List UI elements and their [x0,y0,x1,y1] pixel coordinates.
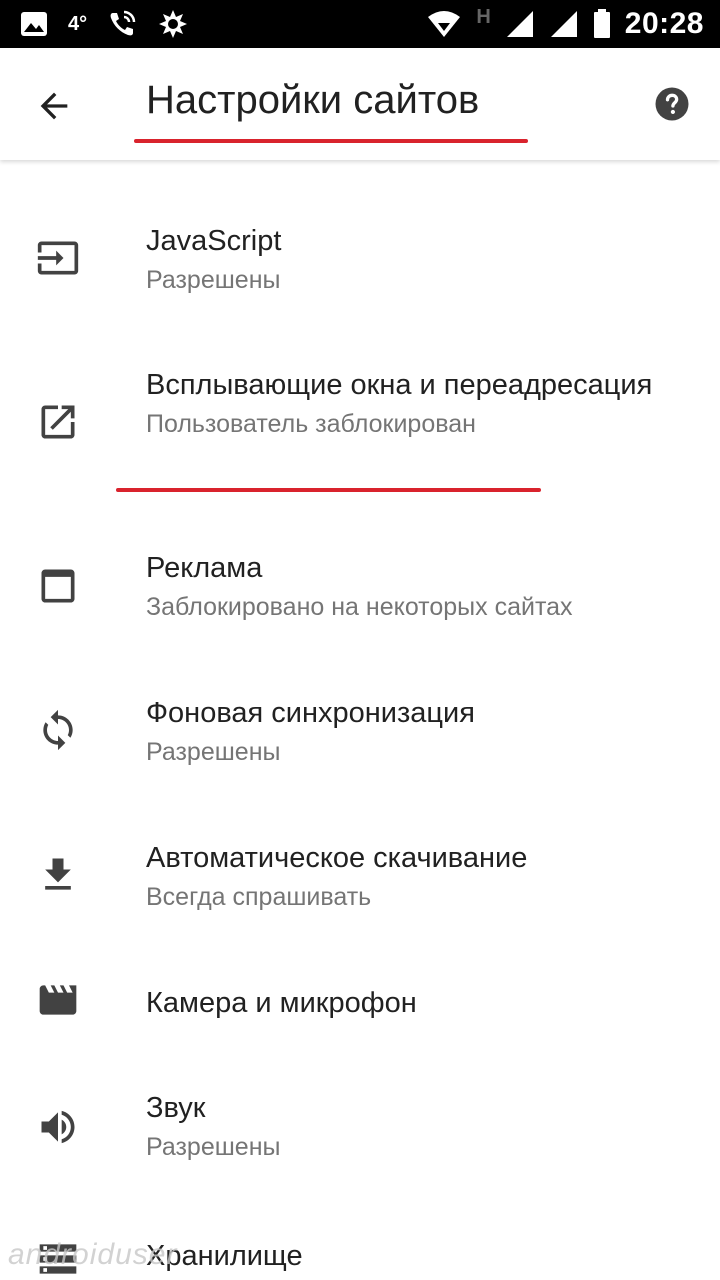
setting-subtitle: Разрешены [146,738,281,766]
setting-background-sync[interactable]: Фоновая синхронизация Разрешены [0,675,720,815]
setting-title: Хранилище [146,1240,303,1272]
wifi-icon [426,9,462,39]
title-highlight-underline [134,139,528,143]
setting-title: Автоматическое скачивание [146,842,528,874]
setting-sound[interactable]: Звук Разрешены [0,1085,720,1225]
setting-title: Камера и микрофон [146,987,417,1019]
temperature-text: 4° [68,12,88,35]
status-bar: 4° H 20:28 [0,0,720,48]
app-bar: Настройки сайтов [0,48,720,160]
settings-list: JavaScript Разрешены Всплывающие окна и … [0,160,720,1280]
wifi-call-icon [107,9,137,39]
setting-subtitle: Разрешены [146,1133,281,1161]
setting-title: JavaScript [146,225,282,257]
signal-icon [505,9,535,39]
setting-title: Фоновая синхронизация [146,697,475,729]
page-title: Настройки сайтов [146,78,480,122]
setting-ads[interactable]: Реклама Заблокировано на некоторых сайта… [0,530,720,670]
clock-text: 20:28 [624,7,704,40]
gallery-icon [20,11,48,37]
open-in-new-icon [36,400,80,444]
window-icon [36,564,80,608]
setting-subtitle: Заблокировано на некоторых сайтах [146,593,573,621]
setting-automatic-downloads[interactable]: Автоматическое скачивание Всегда спрашив… [0,820,720,960]
setting-title: Звук [146,1092,206,1124]
setting-subtitle: Пользователь заблокирован [146,410,476,438]
help-icon [655,87,689,121]
app-notification-icon [157,8,189,40]
setting-subtitle: Всегда спрашивать [146,883,372,911]
arrow-back-icon [40,92,68,120]
download-icon [36,853,80,897]
watermark-text: androiduser [8,1238,178,1271]
setting-subtitle: Разрешены [146,266,281,294]
javascript-icon [36,236,80,280]
signal-2-icon [549,9,579,39]
setting-javascript[interactable]: JavaScript Разрешены [0,200,720,340]
sync-icon [36,708,80,752]
help-button[interactable] [654,86,690,122]
back-button[interactable] [34,86,74,126]
setting-title: Реклама [146,552,263,584]
setting-popups-redirects[interactable]: Всплывающие окна и переадресация Пользов… [0,350,720,500]
network-type-text: H [476,5,491,28]
setting-title: Всплывающие окна и переадресация [146,369,653,401]
battery-icon [593,9,611,39]
volume-icon [36,1105,80,1149]
subtitle-highlight-underline [116,488,541,492]
camera-clapper-icon [36,978,80,1022]
setting-camera-microphone[interactable]: Камера и микрофон [0,965,720,1085]
